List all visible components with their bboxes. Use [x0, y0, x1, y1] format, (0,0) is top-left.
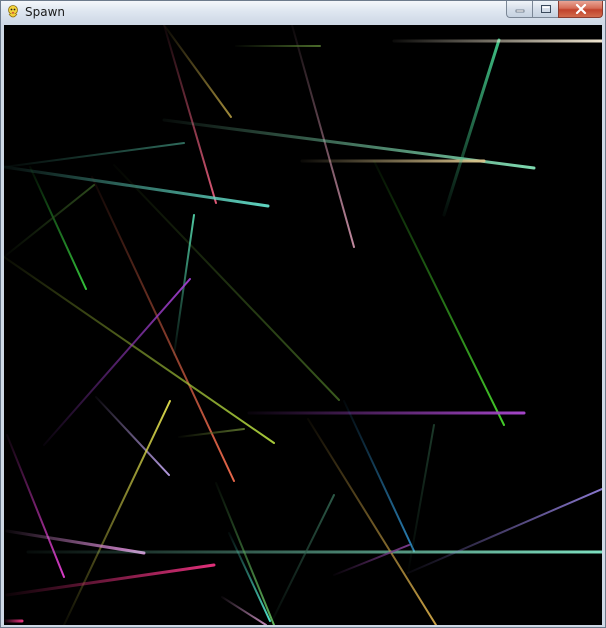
trail-line: [333, 544, 410, 576]
trail-line: [4, 142, 185, 168]
trail-line: [163, 25, 232, 118]
trail-line: [4, 165, 270, 208]
title-bar[interactable]: Spawn: [1, 1, 605, 23]
trail-line: [215, 482, 275, 625]
minimize-icon: [515, 5, 525, 13]
game-canvas[interactable]: [4, 25, 602, 625]
trail-line: [95, 396, 170, 476]
trail-line: [6, 434, 65, 578]
trail-line: [4, 184, 95, 258]
trail-line: [228, 532, 271, 622]
trail-line: [291, 25, 355, 248]
trail-line: [63, 400, 171, 625]
line-art: [4, 25, 602, 625]
close-button[interactable]: [558, 1, 603, 18]
trail-line: [29, 166, 87, 290]
caption-buttons: [506, 1, 603, 18]
trail-line: [373, 160, 505, 426]
trail-line: [5, 563, 216, 597]
app-window: Spawn: [0, 0, 606, 628]
pygame-snake-icon[interactable]: [5, 4, 21, 20]
minimize-button[interactable]: [506, 1, 532, 18]
maximize-icon: [540, 4, 552, 14]
trail-line: [91, 176, 235, 482]
trail-line: [269, 494, 335, 625]
trail-line: [4, 256, 275, 444]
trail-line: [5, 529, 146, 555]
close-icon: [575, 4, 587, 14]
trail-line: [178, 428, 245, 438]
trail-line: [343, 400, 415, 552]
window-title: Spawn: [25, 5, 66, 19]
trail-line: [407, 488, 602, 574]
maximize-button[interactable]: [532, 1, 558, 18]
trail-line: [221, 596, 267, 625]
trail-line: [163, 25, 217, 204]
trail-line: [442, 38, 501, 217]
